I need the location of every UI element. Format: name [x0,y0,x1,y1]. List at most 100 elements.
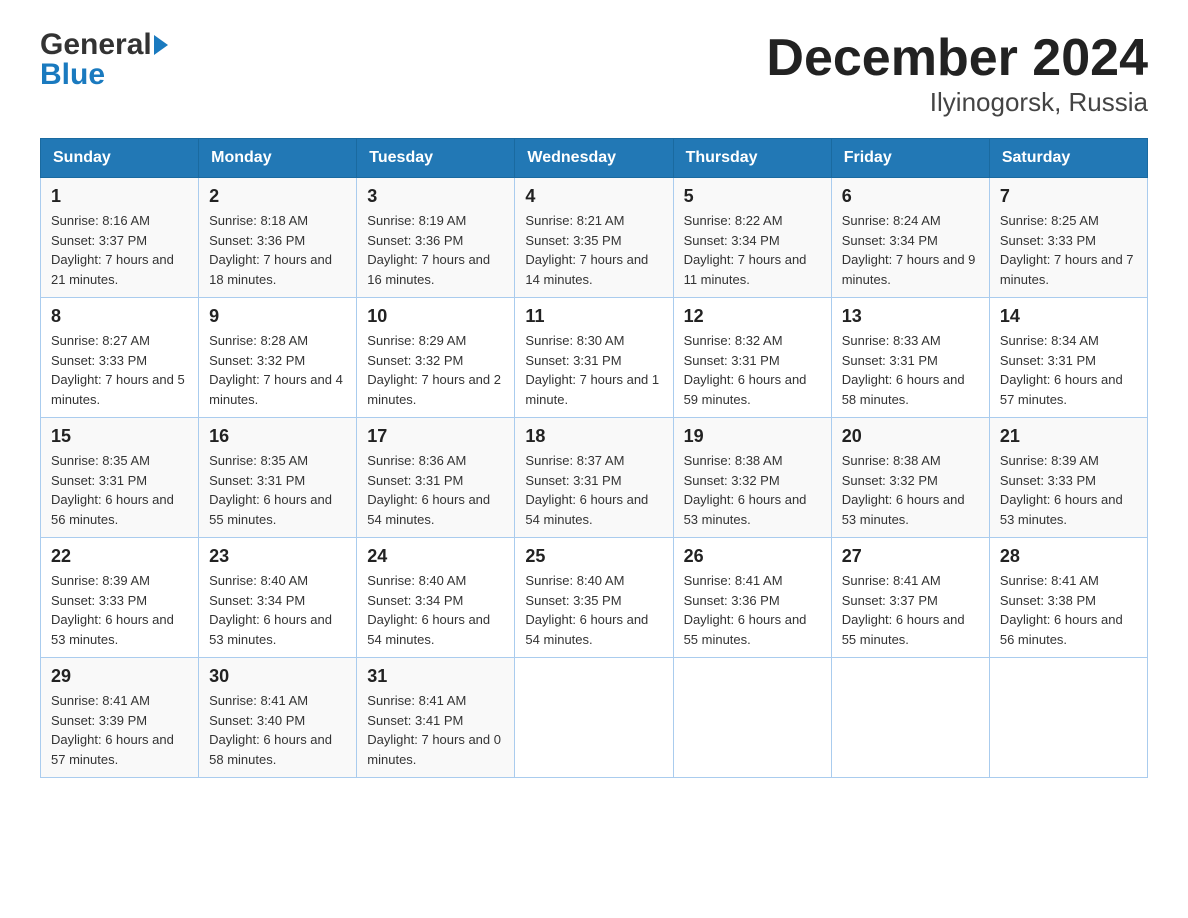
day-info: Sunrise: 8:21 AMSunset: 3:35 PMDaylight:… [525,211,662,289]
day-number: 17 [367,426,504,447]
calendar-day-cell: 9 Sunrise: 8:28 AMSunset: 3:32 PMDaylight… [199,298,357,418]
logo-blue-text: Blue [40,60,168,90]
day-number: 31 [367,666,504,687]
header-wednesday: Wednesday [515,139,673,178]
calendar-day-cell: 6 Sunrise: 8:24 AMSunset: 3:34 PMDaylight… [831,178,989,298]
day-number: 13 [842,306,979,327]
calendar-day-cell: 14 Sunrise: 8:34 AMSunset: 3:31 PMDayligh… [989,298,1147,418]
calendar-day-cell: 3Sunrise: 8:19 AMSunset: 3:36 PMDaylight… [357,178,515,298]
day-info: Sunrise: 8:22 AMSunset: 3:34 PMDaylight:… [684,211,821,289]
calendar-week-row: 15 Sunrise: 8:35 AMSunset: 3:31 PMDayligh… [41,418,1148,538]
calendar-day-cell: 19 Sunrise: 8:38 AMSunset: 3:32 PMDayligh… [673,418,831,538]
calendar-day-cell: 20 Sunrise: 8:38 AMSunset: 3:32 PMDayligh… [831,418,989,538]
day-info: Sunrise: 8:41 AMSunset: 3:41 PMDaylight:… [367,691,504,769]
day-info: Sunrise: 8:41 AMSunset: 3:38 PMDaylight:… [1000,571,1137,649]
calendar-day-cell: 18 Sunrise: 8:37 AMSunset: 3:31 PMDayligh… [515,418,673,538]
calendar-day-cell: 28 Sunrise: 8:41 AMSunset: 3:38 PMDayligh… [989,538,1147,658]
day-info: Sunrise: 8:25 AMSunset: 3:33 PMDaylight:… [1000,211,1137,289]
day-number: 22 [51,546,188,567]
calendar-day-cell [515,658,673,778]
day-info: Sunrise: 8:36 AMSunset: 3:31 PMDaylight:… [367,451,504,529]
calendar-day-cell: 24 Sunrise: 8:40 AMSunset: 3:34 PMDayligh… [357,538,515,658]
day-info: Sunrise: 8:27 AMSunset: 3:33 PMDaylight:… [51,331,188,409]
day-number: 29 [51,666,188,687]
day-number: 7 [1000,186,1137,207]
header-monday: Monday [199,139,357,178]
day-number: 2 [209,186,346,207]
day-number: 20 [842,426,979,447]
day-info: Sunrise: 8:37 AMSunset: 3:31 PMDaylight:… [525,451,662,529]
calendar-title-block: December 2024 Ilyinogorsk, Russia [766,30,1148,118]
day-info: Sunrise: 8:29 AMSunset: 3:32 PMDaylight:… [367,331,504,409]
day-info: Sunrise: 8:28 AMSunset: 3:32 PMDaylight:… [209,331,346,409]
day-info: Sunrise: 8:35 AMSunset: 3:31 PMDaylight:… [209,451,346,529]
day-number: 10 [367,306,504,327]
calendar-day-cell: 27 Sunrise: 8:41 AMSunset: 3:37 PMDayligh… [831,538,989,658]
day-number: 12 [684,306,821,327]
calendar-week-row: 1Sunrise: 8:16 AMSunset: 3:37 PMDaylight… [41,178,1148,298]
day-info: Sunrise: 8:40 AMSunset: 3:34 PMDaylight:… [209,571,346,649]
logo-top: General [40,30,168,60]
day-number: 27 [842,546,979,567]
calendar-day-cell: 17 Sunrise: 8:36 AMSunset: 3:31 PMDayligh… [357,418,515,538]
day-info: Sunrise: 8:18 AMSunset: 3:36 PMDaylight:… [209,211,346,289]
day-info: Sunrise: 8:41 AMSunset: 3:37 PMDaylight:… [842,571,979,649]
day-info: Sunrise: 8:40 AMSunset: 3:35 PMDaylight:… [525,571,662,649]
day-info: Sunrise: 8:39 AMSunset: 3:33 PMDaylight:… [1000,451,1137,529]
header-sunday: Sunday [41,139,199,178]
calendar-day-cell: 11Sunrise: 8:30 AMSunset: 3:31 PMDayligh… [515,298,673,418]
day-number: 28 [1000,546,1137,567]
day-info: Sunrise: 8:24 AMSunset: 3:34 PMDaylight:… [842,211,979,289]
calendar-day-cell: 15 Sunrise: 8:35 AMSunset: 3:31 PMDayligh… [41,418,199,538]
day-number: 25 [525,546,662,567]
calendar-day-cell: 4 Sunrise: 8:21 AMSunset: 3:35 PMDaylight… [515,178,673,298]
day-info: Sunrise: 8:34 AMSunset: 3:31 PMDaylight:… [1000,331,1137,409]
calendar-day-cell: 1Sunrise: 8:16 AMSunset: 3:37 PMDaylight… [41,178,199,298]
day-info: Sunrise: 8:38 AMSunset: 3:32 PMDaylight:… [842,451,979,529]
day-number: 14 [1000,306,1137,327]
calendar-day-cell [989,658,1147,778]
day-info: Sunrise: 8:30 AMSunset: 3:31 PMDaylight:… [525,331,662,409]
calendar-day-cell [831,658,989,778]
day-number: 19 [684,426,821,447]
header-tuesday: Tuesday [357,139,515,178]
day-info: Sunrise: 8:40 AMSunset: 3:34 PMDaylight:… [367,571,504,649]
day-number: 9 [209,306,346,327]
calendar-day-cell: 25 Sunrise: 8:40 AMSunset: 3:35 PMDayligh… [515,538,673,658]
logo-general-text: General [40,30,152,60]
day-info: Sunrise: 8:32 AMSunset: 3:31 PMDaylight:… [684,331,821,409]
day-number: 18 [525,426,662,447]
logo-arrow-icon [154,35,168,55]
day-number: 24 [367,546,504,567]
day-number: 5 [684,186,821,207]
calendar-week-row: 29 Sunrise: 8:41 AMSunset: 3:39 PMDayligh… [41,658,1148,778]
calendar-header-row: Sunday Monday Tuesday Wednesday Thursday… [41,139,1148,178]
calendar-day-cell: 23 Sunrise: 8:40 AMSunset: 3:34 PMDayligh… [199,538,357,658]
day-info: Sunrise: 8:35 AMSunset: 3:31 PMDaylight:… [51,451,188,529]
day-info: Sunrise: 8:39 AMSunset: 3:33 PMDaylight:… [51,571,188,649]
day-number: 6 [842,186,979,207]
page-header: General Blue December 2024 Ilyinogorsk, … [40,30,1148,118]
header-thursday: Thursday [673,139,831,178]
day-number: 21 [1000,426,1137,447]
day-number: 23 [209,546,346,567]
day-info: Sunrise: 8:41 AMSunset: 3:40 PMDaylight:… [209,691,346,769]
day-info: Sunrise: 8:38 AMSunset: 3:32 PMDaylight:… [684,451,821,529]
day-number: 15 [51,426,188,447]
header-friday: Friday [831,139,989,178]
calendar-day-cell: 12 Sunrise: 8:32 AMSunset: 3:31 PMDayligh… [673,298,831,418]
calendar-day-cell: 8Sunrise: 8:27 AMSunset: 3:33 PMDaylight… [41,298,199,418]
calendar-table: Sunday Monday Tuesday Wednesday Thursday… [40,138,1148,778]
day-number: 3 [367,186,504,207]
day-info: Sunrise: 8:41 AMSunset: 3:36 PMDaylight:… [684,571,821,649]
day-number: 4 [525,186,662,207]
day-number: 30 [209,666,346,687]
calendar-day-cell: 16Sunrise: 8:35 AMSunset: 3:31 PMDayligh… [199,418,357,538]
calendar-day-cell [673,658,831,778]
calendar-day-cell: 29 Sunrise: 8:41 AMSunset: 3:39 PMDayligh… [41,658,199,778]
calendar-week-row: 8Sunrise: 8:27 AMSunset: 3:33 PMDaylight… [41,298,1148,418]
day-info: Sunrise: 8:41 AMSunset: 3:39 PMDaylight:… [51,691,188,769]
calendar-day-cell: 30 Sunrise: 8:41 AMSunset: 3:40 PMDayligh… [199,658,357,778]
logo: General Blue [40,30,168,90]
day-info: Sunrise: 8:16 AMSunset: 3:37 PMDaylight:… [51,211,188,289]
